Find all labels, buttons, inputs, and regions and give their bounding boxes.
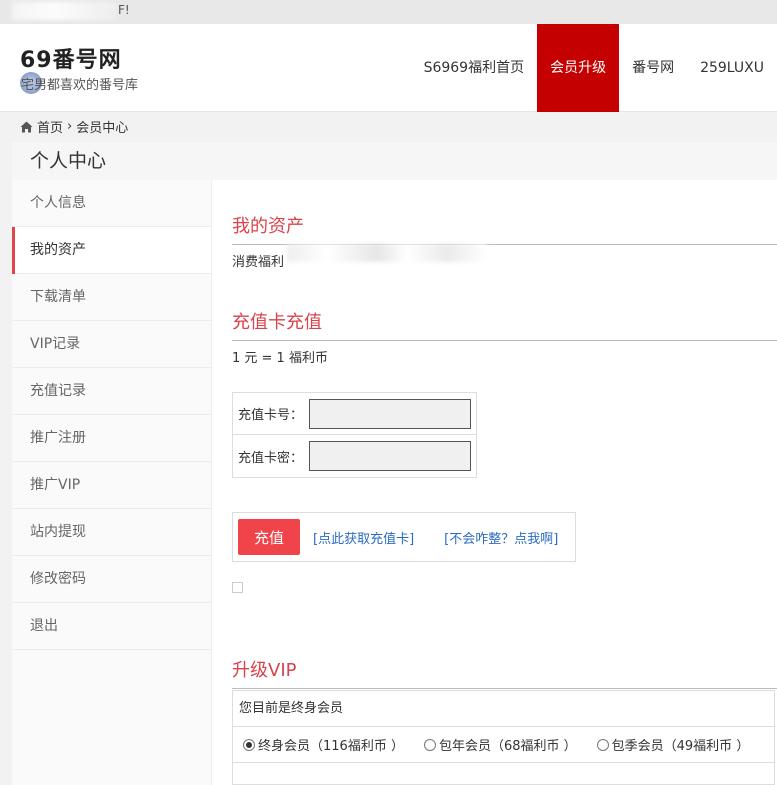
radio-selected-icon[interactable]	[243, 738, 255, 751]
help-link[interactable]: [不会咋整？点我啊]	[444, 528, 558, 547]
site-logo[interactable]: 69番号网	[20, 42, 122, 74]
card-password-row: 充值卡密：	[233, 435, 476, 477]
notice-tail-text: F!	[118, 3, 130, 17]
card-number-row: 充值卡号：	[233, 393, 476, 435]
page-title: 个人中心	[12, 142, 777, 180]
nav-item-home[interactable]: S6969福利首页	[411, 24, 538, 112]
card-password-input[interactable]	[309, 441, 471, 471]
vip-option-label: 包年会员（68福利币 ）	[438, 739, 577, 754]
card-number-input[interactable]	[309, 398, 471, 429]
main-content: 我的资产 消费福利 充值卡充值 1 元 = 1 福利币 充值卡号： 充值卡密： …	[232, 180, 777, 785]
vip-option-yearly[interactable]: 包年会员（68福利币 ）	[423, 735, 577, 754]
sidebar-item-withdraw[interactable]: 站内提现	[12, 509, 211, 556]
main-nav: S6969福利首页 会员升级 番号网 259LUXU	[411, 24, 777, 112]
sidebar-item-referral-register[interactable]: 推广注册	[12, 415, 211, 462]
card-number-label: 充值卡号：	[238, 408, 304, 423]
nav-item-member-upgrade[interactable]: 会员升级	[537, 24, 620, 112]
sidebar-item-profile[interactable]: 个人信息	[12, 180, 211, 227]
breadcrumb-current: 会员中心	[76, 121, 129, 136]
sidebar-item-assets[interactable]: 我的资产	[12, 227, 211, 274]
blurred-balance	[287, 244, 487, 262]
nav-item-code-site[interactable]: 番号网	[619, 24, 687, 112]
recharge-button[interactable]: 充值	[238, 519, 300, 555]
user-center-panel: 个人中心 个人信息 我的资产 下载清单 VIP记录 充值记录 推广注册 推广VI…	[12, 142, 777, 785]
vip-options: 终身会员（116福利币 ） 包年会员（68福利币 ） 包季会员（49福利币 ）	[233, 727, 774, 763]
sidebar-item-referral-vip[interactable]: 推广VIP	[12, 462, 211, 509]
vip-option-label: 包季会员（49福利币 ）	[611, 739, 750, 754]
site-slogan: 宅男都喜欢的番号库	[21, 78, 139, 93]
vip-upgrade-box: 您目前是终身会员 终身会员（116福利币 ） 包年会员（68福利币 ） 包季会员…	[232, 690, 775, 785]
agreement-checkbox[interactable]	[232, 582, 243, 593]
vip-option-quarterly[interactable]: 包季会员（49福利币 ）	[596, 735, 750, 754]
breadcrumb-separator: ›	[67, 119, 73, 134]
nav-item-259luxu[interactable]: 259LUXU	[687, 24, 777, 112]
exchange-rate-text: 1 元 = 1 福利币	[232, 351, 328, 366]
sidebar-item-change-password[interactable]: 修改密码	[12, 556, 211, 603]
home-icon	[20, 121, 33, 132]
breadcrumb: 首页 › 会员中心	[20, 117, 128, 136]
blurred-notice	[12, 2, 117, 20]
card-password-label: 充值卡密：	[238, 450, 304, 466]
vip-current-status: 您目前是终身会员	[233, 691, 774, 727]
balance-label: 消费福利	[232, 255, 285, 270]
recharge-actions: 充值 [点此获取充值卡] [不会咋整？点我啊]	[232, 512, 576, 562]
sidebar-item-vip-records[interactable]: VIP记录	[12, 321, 211, 368]
sidebar-item-logout[interactable]: 退出	[12, 603, 211, 650]
radio-icon[interactable]	[596, 738, 609, 751]
get-card-link[interactable]: [点此获取充值卡]	[313, 528, 414, 547]
assets-section-title: 我的资产	[232, 212, 777, 245]
vip-section-title: 升级VIP	[232, 656, 777, 689]
sidebar: 个人信息 我的资产 下载清单 VIP记录 充值记录 推广注册 推广VIP 站内提…	[12, 180, 212, 785]
top-bar: F!	[0, 0, 777, 24]
recharge-section-title: 充值卡充值	[232, 308, 777, 341]
recharge-card-form: 充值卡号： 充值卡密：	[232, 392, 477, 478]
sidebar-item-recharge-records[interactable]: 充值记录	[12, 368, 211, 415]
radio-icon[interactable]	[423, 738, 436, 751]
vip-option-lifetime[interactable]: 终身会员（116福利币 ）	[243, 735, 404, 754]
breadcrumb-home[interactable]: 首页	[37, 117, 63, 136]
sidebar-item-downloads[interactable]: 下载清单	[12, 274, 211, 321]
site-header: 69番号网 宅男都喜欢的番号库 S6969福利首页 会员升级 番号网 259LU…	[0, 24, 777, 112]
vip-option-label: 终身会员（116福利币 ）	[258, 739, 404, 754]
